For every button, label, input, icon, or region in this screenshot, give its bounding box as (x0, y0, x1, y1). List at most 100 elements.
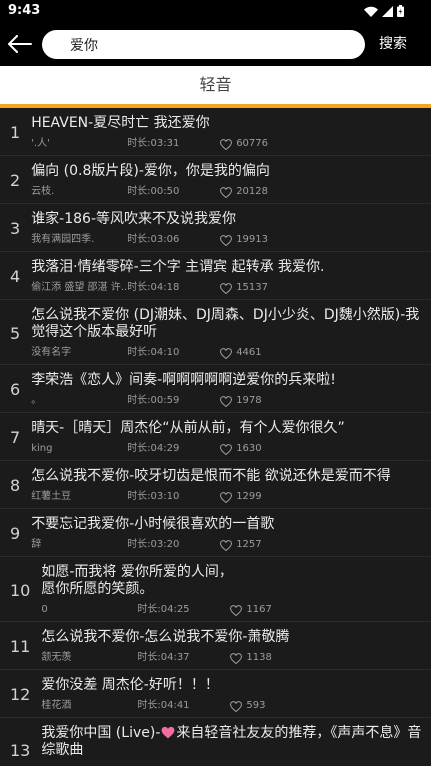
result-title: 我落泪·情绪零碎-三个字 主谓宾 起转承 我爱你. (31, 259, 325, 275)
result-index: 3 (10, 219, 21, 238)
result-title: 我爱你中国 (Live)- 来自轻音社友友的推荐，《声声不息》音综歌曲 (41, 725, 425, 759)
result-index: 11 (10, 637, 31, 656)
result-author: '.人' (31, 138, 50, 149)
result-index: 9 (10, 524, 21, 543)
like-count: 19913 (236, 234, 268, 245)
pink-heart-icon (161, 726, 175, 739)
like-button[interactable]: 19913 (220, 233, 268, 247)
result-body: 晴天-［晴天］周杰伦“从前从前，有个人爱你很久” king 时长:04:29 1630 (31, 420, 431, 456)
like-count: 20128 (236, 186, 268, 197)
result-body: 不要忘记我爱你-小时候很喜欢的一首歌辞 时长:03:20 1257 (31, 516, 431, 552)
result-row[interactable]: 1 HEAVEN-夏尽时亡 我还爱你 '.人' 时长:03:31 60776 (0, 108, 431, 156)
result-body: 谁家-186-等风吹来不及说我爱你 我有满园四季. 时长:03:06 19913 (31, 211, 431, 247)
search-box[interactable] (42, 30, 365, 59)
result-body: 李荣浩《恋人》间奏-啊啊啊啊啊逆爱你的兵来啦! 。 时长:00:59 1978 (31, 372, 431, 408)
like-button[interactable]: 4461 (220, 346, 262, 360)
like-count: 15137 (236, 282, 268, 293)
heart-outline-icon (230, 700, 243, 712)
like-button[interactable]: 1978 (220, 394, 262, 408)
tab-label: 轻音 (199, 75, 232, 94)
result-duration: 时长:04:10 (127, 347, 180, 358)
result-index: 8 (10, 476, 21, 495)
result-row[interactable]: 9 不要忘记我爱你-小时候很喜欢的一首歌辞 时长:03:20 1257 (0, 509, 431, 557)
result-title: 李荣浩《恋人》间奏-啊啊啊啊啊逆爱你的兵来啦! (31, 372, 336, 388)
result-row[interactable]: 10 如愿-而我将 爱你所爱的人间， 愿你所愿的笑颜。 0 时长:04:25 1167 (0, 557, 431, 622)
heart-outline-icon (220, 491, 233, 503)
result-author: 没有名字 (31, 347, 72, 358)
result-index: 13 (10, 741, 31, 760)
result-author: 云枝. (31, 186, 55, 197)
like-button[interactable]: 1630 (220, 442, 262, 456)
heart-outline-icon (220, 395, 233, 407)
result-title: 怎么说我不爱你-怎么说我不爱你-萧敬腾 (41, 629, 290, 645)
status-icons (364, 5, 404, 17)
like-count: 60776 (236, 138, 268, 149)
like-button[interactable]: 1138 (230, 651, 272, 665)
result-body: 我落泪·情绪零碎-三个字 主谓宾 起转承 我爱你. 偷江添 盛望 邵湛 许... 时… (31, 259, 431, 295)
result-index: 12 (10, 685, 31, 704)
like-button[interactable]: 1167 (230, 603, 272, 617)
search-button[interactable]: 搜索 (379, 34, 407, 54)
result-row[interactable]: 12 爱你没差 周杰伦-好听！！！ 桂花酒 时长:04:41 593 (0, 670, 431, 718)
like-count: 1257 (236, 539, 262, 550)
result-author: 颔无羡 (41, 652, 72, 663)
result-title: 偏向 (0.8版片段)-爱你，你是我的偏向 (31, 163, 270, 179)
result-body: HEAVEN-夏尽时亡 我还爱你 '.人' 时长:03:31 60776 (31, 115, 431, 151)
result-duration: 时长:04:18 (127, 282, 180, 293)
result-row[interactable]: 8 怎么说我不爱你-咬牙切齿是恨而不能 欲说还休是爱而不得 红薯土豆 时长:03:10… (0, 461, 431, 509)
result-row[interactable]: 13 我爱你中国 (Live)- 来自轻音社友友的推荐，《声声不息》音综歌曲 (0, 718, 431, 766)
result-duration: 时长:03:31 (127, 138, 180, 149)
heart-outline-icon (220, 539, 233, 551)
heart-outline-icon (220, 138, 233, 150)
battery-icon (397, 5, 404, 17)
like-button[interactable]: 15137 (220, 281, 268, 295)
result-title: 晴天-［晴天］周杰伦“从前从前，有个人爱你很久” (31, 420, 345, 436)
result-row[interactable]: 2 偏向 (0.8版片段)-爱你，你是我的偏向云枝. 时长:00:50 20128 (0, 156, 431, 204)
like-button[interactable]: 20128 (220, 185, 268, 199)
heart-outline-icon (230, 604, 243, 616)
result-row[interactable]: 7 晴天-［晴天］周杰伦“从前从前，有个人爱你很久” king 时长:04:29 163… (0, 413, 431, 461)
result-title: 爱你没差 周杰伦-好听！！！ (41, 677, 219, 693)
tab-qingyin[interactable]: 轻音 (199, 66, 231, 104)
result-meta: 偷江添 盛望 邵湛 许... 时长:04:18 15137 (31, 281, 425, 295)
like-button[interactable]: 593 (230, 699, 265, 713)
result-row[interactable]: 4 我落泪·情绪零碎-三个字 主谓宾 起转承 我爱你. 偷江添 盛望 邵湛 许...… (0, 252, 431, 300)
search-input[interactable] (70, 30, 350, 59)
heart-outline-icon (220, 282, 233, 294)
like-button[interactable]: 1257 (220, 538, 262, 552)
heart-outline-icon (220, 443, 233, 455)
result-index: 7 (10, 428, 21, 447)
result-title: 怎么说我不爱你-咬牙切齿是恨而不能 欲说还休是爱而不得 (31, 468, 391, 484)
like-button[interactable]: 60776 (220, 137, 268, 151)
result-author: king (31, 443, 53, 454)
result-title: 如愿-而我将 爱你所爱的人间， 愿你所愿的笑颜。 (41, 564, 233, 597)
like-button[interactable]: 1299 (220, 490, 262, 504)
like-count: 1138 (246, 652, 272, 663)
status-bar: 9:43 (0, 0, 431, 22)
result-index: 2 (10, 171, 21, 190)
result-author: 。 (31, 395, 42, 406)
result-author: 0 (41, 604, 48, 615)
result-meta: 云枝. 时长:00:50 20128 (31, 185, 425, 199)
result-row[interactable]: 5 怎么说我不爱你 (DJ潮妹、DJ周森、DJ小少炎、DJ魏小然版)-我觉得这个版… (0, 300, 431, 365)
search-header: 搜索 (0, 22, 431, 66)
result-meta: 桂花酒 时长:04:41 593 (41, 699, 425, 713)
heart-outline-icon (220, 186, 233, 198)
back-arrow-icon[interactable] (7, 35, 32, 53)
result-row[interactable]: 3 谁家-186-等风吹来不及说我爱你 我有满园四季. 时长:03:06 19913 (0, 204, 431, 252)
result-row[interactable]: 11 怎么说我不爱你-怎么说我不爱你-萧敬腾颔无羡 时长:04:37 1138 (0, 622, 431, 670)
heart-outline-icon (220, 347, 233, 359)
result-body: 怎么说我不爱你-怎么说我不爱你-萧敬腾颔无羡 时长:04:37 1138 (41, 629, 431, 665)
result-row[interactable]: 6 李荣浩《恋人》间奏-啊啊啊啊啊逆爱你的兵来啦! 。 时长:00:59 1978 (0, 365, 431, 413)
result-author: 辞 (31, 539, 42, 550)
result-list: 1 HEAVEN-夏尽时亡 我还爱你 '.人' 时长:03:31 60776 2 偏向 (0… (0, 108, 431, 766)
result-duration: 时长:03:06 (127, 234, 180, 245)
result-meta: 没有名字 时长:04:10 4461 (31, 346, 425, 360)
result-title: HEAVEN-夏尽时亡 我还爱你 (31, 115, 210, 131)
result-meta: 颔无羡 时长:04:37 1138 (41, 651, 425, 665)
result-index: 10 (10, 580, 31, 600)
result-duration: 时长:00:59 (127, 395, 180, 406)
result-duration: 时长:03:20 (127, 539, 180, 550)
heart-outline-icon (230, 652, 243, 664)
result-title: 谁家-186-等风吹来不及说我爱你 (31, 211, 237, 227)
